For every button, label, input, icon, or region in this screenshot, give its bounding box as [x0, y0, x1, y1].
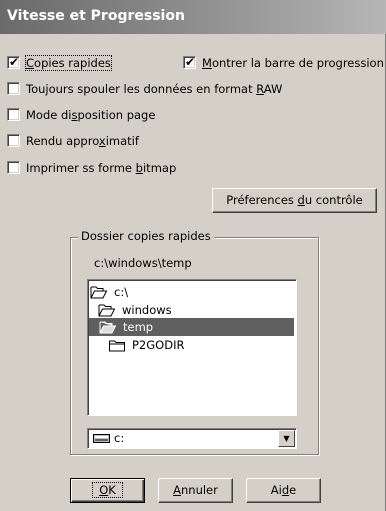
forme-bitmap-label[interactable]: Imprimer ss forme bitmap	[26, 161, 176, 175]
checkbox-box[interactable]: ✔	[7, 55, 20, 69]
rendu-approx-label[interactable]: Rendu approximatif	[26, 134, 139, 148]
check-mark-icon: ✔	[9, 55, 20, 69]
spouler-raw-label[interactable]: Toujours spouler les données en format R…	[26, 82, 282, 96]
group-title: Dossier copies rapides	[78, 229, 214, 244]
barre-progression-label[interactable]: Montrer la barre de progression	[202, 56, 384, 70]
chevron-down-icon[interactable]: ▼	[278, 430, 295, 447]
title-bar[interactable]: Vitesse et Progression	[0, 0, 386, 34]
folder-path: c:\windows\temp	[94, 256, 192, 270]
tree-item-temp[interactable]: temp	[89, 318, 294, 336]
open-folder-icon	[98, 304, 116, 317]
open-folder-icon	[90, 286, 108, 299]
dialog-window: Vitesse et Progression ✔ Copies rapides …	[0, 0, 386, 511]
tree-item-root[interactable]: c:\	[90, 283, 210, 301]
checkbox-box[interactable]: ✔	[183, 55, 196, 69]
drive-value: c:	[114, 431, 125, 445]
tree-item-p2godir[interactable]: P2GODIR	[108, 336, 248, 354]
checkbox-box[interactable]	[7, 108, 20, 121]
check-mark-icon: ✔	[185, 55, 196, 69]
checkbox-box[interactable]	[7, 161, 20, 174]
copies-rapides-label[interactable]: Copies rapides	[25, 55, 112, 71]
preferences-controle-button[interactable]: Préferences du contrôle	[212, 188, 377, 213]
checkbox-box[interactable]	[7, 134, 20, 147]
closed-folder-icon	[109, 340, 125, 352]
open-folder-icon	[99, 321, 117, 334]
aide-button[interactable]: Aide	[246, 478, 321, 503]
drive-select[interactable]: c: ▼	[87, 428, 297, 449]
folder-tree[interactable]: c:\ windows temp P2GODIR	[87, 279, 297, 416]
dialog-title: Vitesse et Progression	[7, 8, 185, 24]
checkbox-box[interactable]	[7, 82, 20, 95]
annuler-button[interactable]: Annuler	[158, 478, 233, 503]
tree-item-windows[interactable]: windows	[98, 301, 218, 319]
disposition-page-label[interactable]: Mode disposition page	[26, 108, 155, 122]
ok-button[interactable]: OK	[70, 478, 145, 503]
drive-icon	[93, 434, 110, 443]
